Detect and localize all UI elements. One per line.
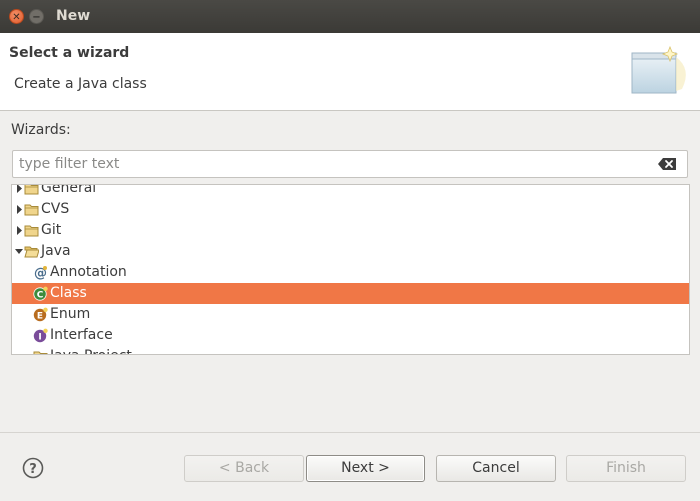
annotation-icon: @ (34, 266, 47, 280)
window-minimize-button[interactable]: − (29, 9, 44, 24)
expand-arrow-icon[interactable] (16, 199, 24, 220)
filter-field[interactable] (12, 150, 688, 178)
svg-text:I: I (38, 333, 41, 343)
folder-icon (24, 204, 39, 216)
back-button[interactable]: < Back (184, 455, 304, 482)
folder-icon (24, 225, 39, 237)
new-wizard-banner-icon (631, 45, 686, 94)
finish-button[interactable]: Finish (566, 455, 686, 482)
enum-icon: E (33, 307, 48, 322)
tree-item-java[interactable]: Java (12, 241, 689, 262)
header-title: Select a wizard (9, 45, 130, 61)
interface-icon: I (33, 328, 48, 343)
svg-text:?: ? (29, 462, 37, 477)
folder-icon (24, 185, 39, 195)
next-button[interactable]: Next > (306, 455, 425, 482)
tree-item-label: Git (41, 222, 62, 238)
tree-item-class[interactable]: C Class (12, 283, 689, 304)
wizards-label: Wizards: (11, 122, 71, 138)
tree-item-git[interactable]: Git (12, 220, 689, 241)
tree-item-cvs[interactable]: CVS (12, 199, 689, 220)
tree-item-java-project[interactable]: J Java Project (12, 346, 689, 355)
tree-item-label: Enum (50, 306, 91, 322)
tree-item-annotation[interactable]: @ Annotation (12, 262, 689, 283)
svg-text:E: E (37, 312, 43, 322)
tree-item-label: Java (41, 243, 71, 259)
wizard-header: Select a wizard Create a Java class (0, 33, 700, 111)
filter-input[interactable] (19, 155, 639, 173)
tree-item-enum[interactable]: E Enum (12, 304, 689, 325)
class-icon: C (33, 286, 48, 301)
tree-item-general[interactable]: General (12, 184, 689, 199)
window-close-button[interactable]: ✕ (9, 9, 24, 24)
clear-filter-icon[interactable] (657, 157, 677, 171)
folder-open-icon (24, 246, 39, 258)
tree-item-label: Class (50, 285, 87, 301)
header-description: Create a Java class (14, 76, 147, 92)
collapse-arrow-icon[interactable] (14, 241, 24, 262)
title-bar: ✕ − New (0, 0, 700, 33)
wizard-tree[interactable]: General CVS Git Java @ Annotation C Clas… (11, 184, 690, 355)
window-title: New (56, 8, 91, 24)
help-icon[interactable]: ? (22, 457, 44, 479)
expand-arrow-icon[interactable] (16, 220, 24, 241)
svg-text:J: J (40, 354, 44, 355)
tree-item-label: CVS (41, 201, 70, 217)
tree-item-label: Interface (50, 327, 113, 343)
cancel-button[interactable]: Cancel (436, 455, 556, 482)
tree-item-label: Annotation (50, 264, 127, 280)
tree-item-interface[interactable]: I Interface (12, 325, 689, 346)
button-bar-separator (0, 432, 700, 433)
expand-arrow-icon[interactable] (16, 184, 24, 199)
svg-text:C: C (37, 291, 44, 301)
tree-item-label: Java Project (50, 346, 132, 354)
java-project-icon: J (33, 351, 48, 355)
tree-item-label: General (41, 184, 97, 196)
